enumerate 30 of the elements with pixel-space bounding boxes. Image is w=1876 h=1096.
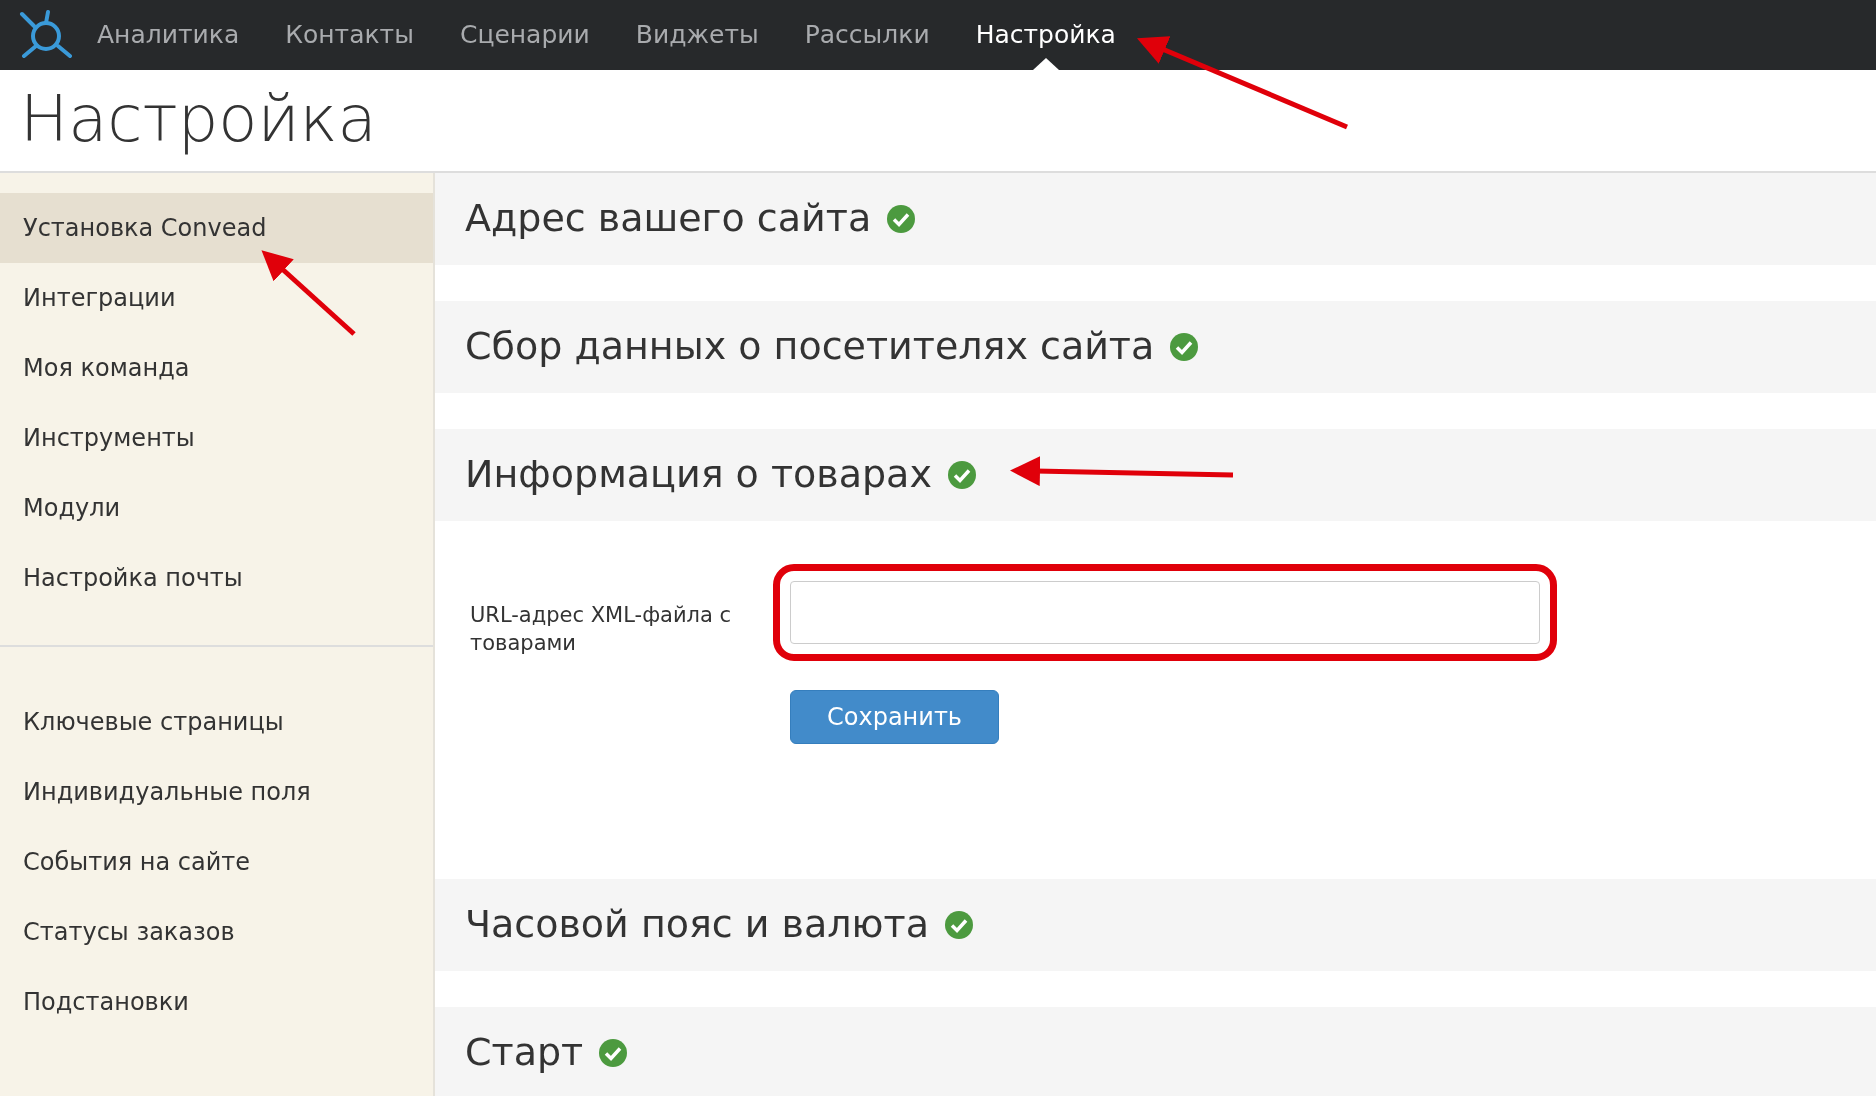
section-title: Информация о товарах [465, 452, 932, 498]
save-button[interactable]: Сохранить [790, 690, 999, 744]
sidebar-item[interactable]: Установка Convead [0, 193, 433, 263]
sidebar-item[interactable]: Статусы заказов [0, 897, 433, 967]
section-title: Часовой пояс и валюта [465, 902, 929, 948]
sidebar-item[interactable]: Модули [0, 473, 433, 543]
sidebar-item[interactable]: Индивидуальные поля [0, 757, 433, 827]
section-header[interactable]: Старт [435, 1007, 1876, 1096]
sidebar-item[interactable]: Настройка почты [0, 543, 433, 613]
section-header[interactable]: Часовой пояс и валюта [435, 879, 1876, 971]
section-title: Адрес вашего сайта [465, 196, 872, 242]
section-header[interactable]: Информация о товарах [435, 429, 1876, 521]
nav-tab[interactable]: Сценарии [436, 0, 613, 70]
nav-tab[interactable]: Виджеты [612, 0, 782, 70]
nav-tab[interactable]: Аналитика [74, 0, 263, 70]
logo-icon[interactable] [18, 10, 74, 60]
nav-tab[interactable]: Рассылки [781, 0, 953, 70]
section-header[interactable]: Адрес вашего сайта [435, 173, 1876, 265]
nav-tab[interactable]: Настройка [952, 0, 1139, 70]
nav-tab[interactable]: Контакты [262, 0, 437, 70]
sidebar-item[interactable]: Моя команда [0, 333, 433, 403]
section-title: Сбор данных о посетителях сайта [465, 324, 1155, 370]
section-header[interactable]: Сбор данных о посетителях сайта [435, 301, 1876, 393]
sidebar-item[interactable]: Интеграции [0, 263, 433, 333]
field-label: URL-адрес XML-файла с товарами [470, 602, 733, 658]
sidebar-item[interactable]: События на сайте [0, 827, 433, 897]
section-title: Старт [465, 1030, 584, 1076]
sidebar-item[interactable]: Инструменты [0, 403, 433, 473]
sidebar-item[interactable]: Подстановки [0, 967, 433, 1037]
sidebar-item[interactable]: Ключевые страницы [0, 687, 433, 757]
